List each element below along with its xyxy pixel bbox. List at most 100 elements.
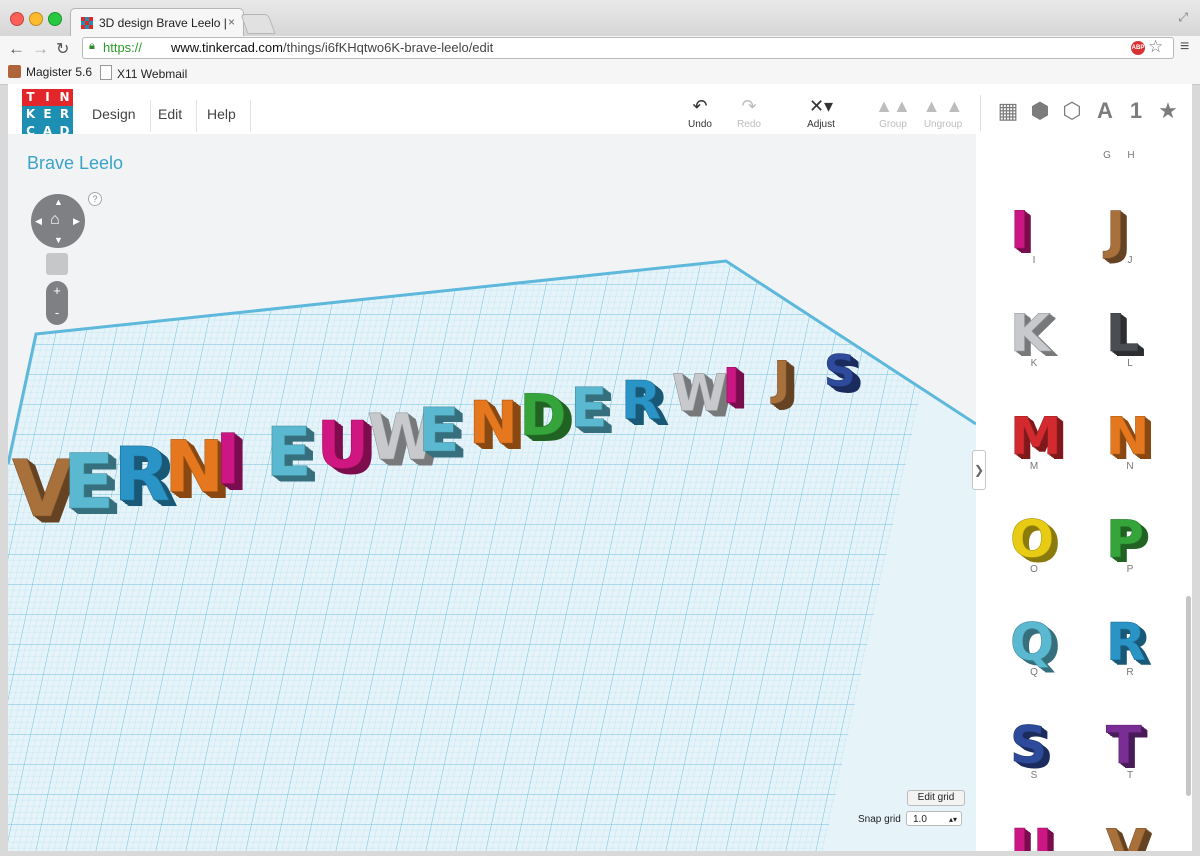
tab-title: 3D design Brave Leelo | Tin (99, 16, 229, 30)
workplane-viewport[interactable]: VVVVVVVVVVEEEEEEEEEERRRRRRRRRRNNNNNNNNNN… (8, 134, 976, 851)
design-title[interactable]: Brave Leelo (27, 153, 123, 174)
scene-letter[interactable]: JJJJJJJJJJ (770, 351, 799, 412)
svg-text:O: O (1010, 510, 1054, 570)
fullscreen-icon[interactable]: ⤢ (1178, 10, 1188, 25)
redo-button[interactable]: ↷ Redo (724, 97, 774, 130)
orbit-left-icon[interactable]: ◀ (35, 216, 42, 227)
url-text: www.tinkercad.com/things/i6fKHqtwo6K-bra… (171, 40, 494, 55)
scene-letter[interactable]: IIIIIIIIII (215, 419, 249, 507)
group-icon: ▲▲ (875, 96, 911, 116)
shape-label: K (1030, 358, 1038, 369)
scene-letter[interactable]: EEEEEEEEEE (418, 395, 468, 473)
svg-text:I: I (215, 420, 241, 501)
ungroup-button[interactable]: ▲ ▲ Ungroup (918, 97, 968, 130)
bookmarks-bar: Magister 5.6 X11 Webmail (0, 62, 1200, 85)
orbit-control[interactable]: ▲ ▼ ◀ ▶ ⌂ (31, 194, 85, 248)
scene-letter[interactable]: SSSSSSSSSS (824, 346, 864, 404)
svg-text:I: I (723, 358, 741, 414)
shape-label: S (1030, 770, 1038, 781)
number-tool-icon[interactable]: 1 (1121, 98, 1151, 124)
scene-letter[interactable]: EEEEEEEEEE (265, 412, 320, 498)
menu-help[interactable]: Help (193, 100, 251, 132)
shape-thumbnails: IIIIIIII JJJJJJJJKKKKKKKK LLLLLLLLMMMMMMMM… (1010, 201, 1156, 851)
svg-text:J: J (770, 351, 790, 405)
svg-text:P: P (1106, 510, 1144, 570)
minimize-window-button[interactable] (29, 12, 43, 26)
orbit-up-icon[interactable]: ▲ (54, 197, 63, 207)
zoom-out-button[interactable]: - (46, 303, 68, 325)
group-button[interactable]: ▲▲ Group (868, 97, 918, 130)
toolbar-divider (980, 95, 981, 131)
text-tool-icon[interactable]: A (1090, 98, 1120, 124)
svg-text:E: E (418, 395, 460, 466)
svg-text:R: R (621, 371, 661, 432)
undo-icon: ↶ (692, 96, 708, 116)
adjust-icon: ✕▾ (808, 96, 834, 116)
scene-letter[interactable]: EEEEEEEEEE (570, 375, 616, 446)
svg-text:T: T (1106, 716, 1142, 776)
back-arrow-icon[interactable]: ← (8, 39, 25, 59)
shape-label: T (1126, 770, 1134, 781)
shape-label: M (1029, 461, 1039, 472)
bookmark-webmail[interactable]: X11 Webmail (100, 65, 187, 81)
tab-close-icon[interactable]: × (228, 15, 235, 29)
svg-text:M: M (1010, 407, 1062, 467)
orbit-right-icon[interactable]: ▶ (73, 216, 80, 227)
undo-button[interactable]: ↶ Undo (675, 97, 725, 130)
wire-cube-icon[interactable]: ⬡ (1057, 98, 1087, 124)
tinkercad-favicon-icon (81, 17, 93, 29)
reload-icon[interactable]: ↻ (56, 39, 69, 59)
zoom-window-button[interactable] (48, 12, 62, 26)
zoom-in-button[interactable]: + (46, 281, 68, 303)
menu-design[interactable]: Design (78, 100, 151, 132)
view-cube-icon[interactable] (46, 253, 68, 275)
shape-thumbnail-v[interactable]: VVVVVVVV (1106, 819, 1153, 851)
shape-label: O (1030, 564, 1038, 575)
adblock-icon[interactable]: ABP (1131, 41, 1145, 55)
shape-label: J (1127, 255, 1133, 266)
panel-scrollbar[interactable] (1186, 596, 1191, 796)
svg-text:S: S (1010, 716, 1047, 776)
orbit-down-icon[interactable]: ▼ (54, 235, 63, 245)
lock-icon: 🔒︎ (89, 40, 95, 52)
edit-grid-button[interactable]: Edit grid (907, 790, 965, 806)
svg-text:R: R (114, 433, 171, 518)
svg-text:N: N (1106, 407, 1150, 467)
solid-cube-icon[interactable]: ⬢ (1025, 98, 1055, 124)
favorites-star-icon[interactable]: ★ (1153, 98, 1183, 124)
shapes-panel: G H IIIIIIIIJJJJJJJJKKKKKKKKLLLLLLLLMMMM… (986, 134, 1192, 851)
close-window-button[interactable] (10, 12, 24, 26)
help-icon[interactable]: ? (88, 192, 102, 206)
shape-label: R (1126, 667, 1134, 678)
bookmark-magister[interactable]: Magister 5.6 (8, 65, 92, 79)
svg-text:K: K (1010, 304, 1052, 364)
address-bar[interactable]: 🔒︎ https:// www.tinkercad.com/things/i6f… (82, 37, 1174, 59)
home-view-icon[interactable]: ⌂ (50, 211, 60, 229)
svg-text:R: R (1106, 613, 1146, 673)
tinkercad-logo[interactable]: T I N K E R C A D (22, 89, 73, 140)
shape-thumbnail-u[interactable]: UUUUUUUU (1010, 819, 1059, 851)
snap-grid-select[interactable]: 1.0 ▴▾ (906, 811, 962, 826)
browser-tab[interactable]: 3D design Brave Leelo | Tin × (70, 8, 244, 37)
scene-letter[interactable]: RRRRRRRRRR (621, 370, 670, 438)
scene-letter[interactable]: IIIIIIIIII (722, 358, 749, 421)
svg-text:V: V (1106, 819, 1146, 851)
svg-text:J: J (1103, 201, 1125, 261)
snap-grid-label: Snap grid (858, 814, 901, 825)
grid-view-icon[interactable]: ▦ (993, 98, 1023, 124)
forward-arrow-icon[interactable]: → (32, 39, 49, 59)
adjust-button[interactable]: ✕▾ Adjust (796, 97, 846, 130)
page-icon (100, 65, 112, 80)
zoom-control: + - (46, 281, 68, 325)
svg-text:E: E (266, 412, 312, 491)
scene-letter[interactable]: DDDDDDDDDD (519, 382, 575, 455)
svg-text:L: L (1106, 304, 1139, 364)
scene-letter[interactable]: NNNNNNNNNN (468, 388, 526, 464)
shape-label: N (1126, 461, 1134, 472)
svg-text:S: S (824, 346, 856, 397)
browser-menu-icon[interactable]: ≡ (1180, 38, 1189, 56)
collapse-panel-button[interactable]: ❯ (972, 450, 986, 490)
menu-edit[interactable]: Edit (144, 100, 198, 132)
bookmark-star-icon[interactable]: ☆ (1148, 37, 1163, 57)
svg-text:W: W (672, 363, 728, 422)
